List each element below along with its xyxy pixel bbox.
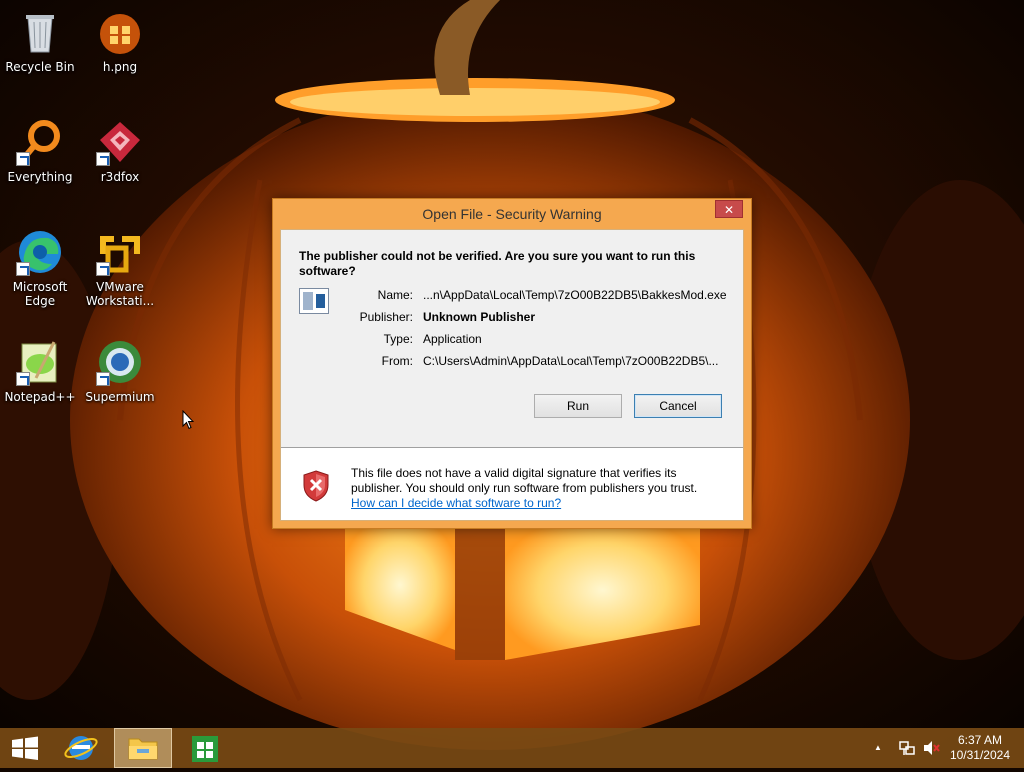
name-label: Name: xyxy=(377,288,413,302)
taskbar-clock[interactable]: 6:37 AM 10/31/2024 xyxy=(950,733,1010,763)
desktop-icon-vmware[interactable]: VMware Workstati... xyxy=(80,228,160,328)
r3dfox-browser-icon xyxy=(96,118,144,166)
shortcut-arrow-icon xyxy=(96,372,110,386)
help-link[interactable]: How can I decide what software to run? xyxy=(351,496,731,511)
desktop-icon-notepad-plus-plus[interactable]: Notepad++ xyxy=(0,338,80,438)
from-label: From: xyxy=(381,354,413,368)
volume-tray-button[interactable] xyxy=(920,728,942,768)
from-row: From: C:\Users\Admin\AppData\Local\Temp\7… xyxy=(341,353,719,369)
everything-search-icon xyxy=(16,118,64,166)
shortcut-arrow-icon xyxy=(16,152,30,166)
type-label: Type: xyxy=(383,332,413,346)
volume-muted-icon xyxy=(924,741,940,755)
name-value: ...n\AppData\Local\Temp\7zO00B22DB5\Bakk… xyxy=(423,288,727,302)
image-file-icon xyxy=(96,8,144,56)
application-icon xyxy=(299,288,329,314)
warning-footer: This file does not have a valid digital … xyxy=(281,448,743,520)
dialog-content: The publisher could not be verified. Are… xyxy=(280,229,744,521)
shortcut-arrow-icon xyxy=(96,262,110,276)
publisher-value: Unknown Publisher xyxy=(423,310,536,324)
publisher-label: Publisher: xyxy=(359,310,413,324)
publisher-row: Publisher: Unknown Publisher xyxy=(341,309,535,325)
desktop-icon-h-png[interactable]: h.png xyxy=(80,8,160,108)
taskbar-store[interactable] xyxy=(180,728,230,768)
type-row: Type: Application xyxy=(341,331,482,347)
signature-warning-text: This file does not have a valid digital … xyxy=(351,466,698,495)
folder-icon xyxy=(128,738,158,760)
desktop-icon-label: Microsoft Edge xyxy=(12,280,68,308)
close-button[interactable]: ✕ xyxy=(715,200,743,218)
taskbar: ▲ 6:37 AM 10/31/2024 xyxy=(0,728,1024,768)
security-shield-icon xyxy=(303,470,329,502)
windows-logo-icon xyxy=(12,736,38,760)
run-button[interactable]: Run xyxy=(534,394,622,418)
store-icon xyxy=(192,736,218,762)
desktop-icon-microsoft-edge[interactable]: Microsoft Edge xyxy=(0,228,80,328)
supermium-browser-icon xyxy=(96,338,144,386)
signature-warning: This file does not have a valid digital … xyxy=(351,466,731,511)
edge-browser-icon xyxy=(16,228,64,276)
taskbar-file-explorer[interactable] xyxy=(114,728,172,768)
from-value: C:\Users\Admin\AppData\Local\Temp\7zO00B… xyxy=(423,354,719,368)
clock-time: 6:37 AM xyxy=(957,733,1002,747)
desktop-icon-recycle-bin[interactable]: Recycle Bin xyxy=(0,8,80,108)
network-tray-button[interactable] xyxy=(896,728,918,768)
mouse-cursor-icon xyxy=(182,410,194,430)
desktop-icon-supermium[interactable]: Supermium xyxy=(80,338,160,438)
security-warning-dialog: Open File - Security Warning ✕ The publi… xyxy=(272,198,752,529)
dialog-title: Open File - Security Warning xyxy=(422,206,602,222)
shortcut-arrow-icon xyxy=(16,262,30,276)
shortcut-arrow-icon xyxy=(16,372,30,386)
cancel-button[interactable]: Cancel xyxy=(634,394,722,418)
internet-explorer-icon xyxy=(64,736,98,760)
desktop-icon-label: Supermium xyxy=(85,390,155,404)
shortcut-arrow-icon xyxy=(96,152,110,166)
network-icon xyxy=(899,741,915,755)
desktop-icon-label: Everything xyxy=(7,170,73,184)
desktop-icon-label: VMware Workstati... xyxy=(85,280,155,308)
desktop-icon-r3dfox[interactable]: r3dfox xyxy=(80,118,160,218)
desktop-icon-label: r3dfox xyxy=(100,170,140,184)
show-hidden-icons-button[interactable]: ▲ xyxy=(874,728,888,768)
desktop-icon-label: Notepad++ xyxy=(4,390,76,404)
verification-question: The publisher could not be verified. Are… xyxy=(299,249,696,278)
start-button[interactable] xyxy=(0,728,50,768)
desktop-icon-everything[interactable]: Everything xyxy=(0,118,80,218)
clock-date: 10/31/2024 xyxy=(949,748,1010,762)
desktop-icon-label: Recycle Bin xyxy=(5,60,75,74)
taskbar-internet-explorer[interactable] xyxy=(56,728,106,768)
vmware-icon xyxy=(96,228,144,276)
type-value: Application xyxy=(423,332,482,346)
name-row: Name: ...n\AppData\Local\Temp\7zO00B22DB5… xyxy=(341,287,727,303)
notepad-plus-plus-icon xyxy=(16,338,64,386)
recycle-bin-icon xyxy=(16,8,64,56)
desktop-icon-label: h.png xyxy=(102,60,138,74)
